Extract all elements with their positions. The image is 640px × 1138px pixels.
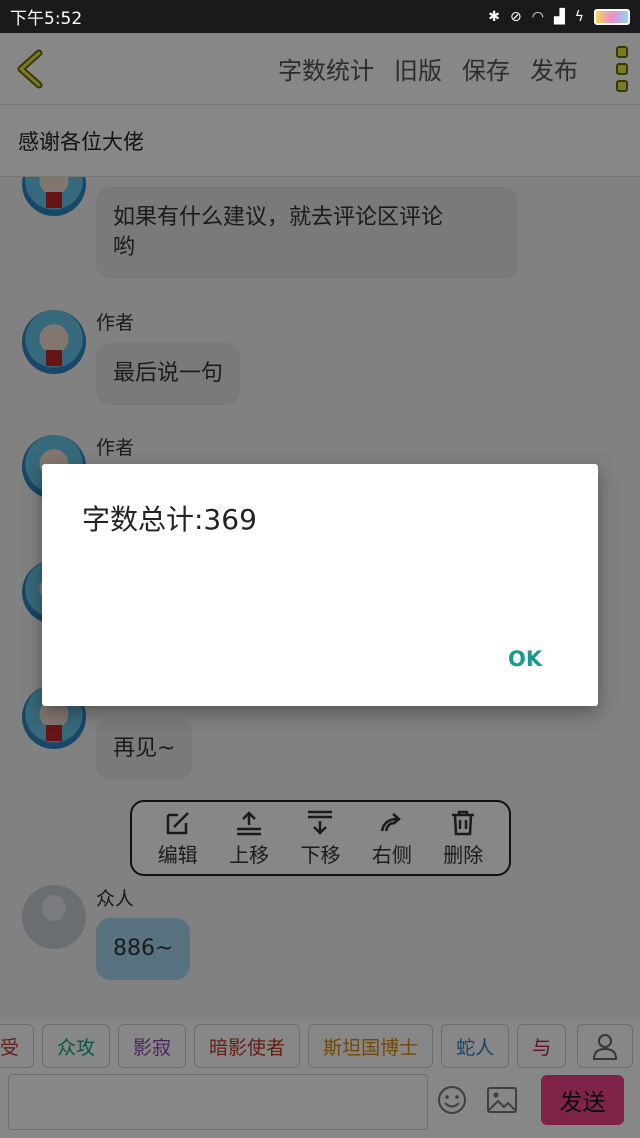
status-icons: ✱ ⊘ ◠ ▟ ϟ — [488, 8, 630, 25]
bluetooth-icon: ✱ — [488, 8, 501, 25]
wifi-icon: ◠ — [531, 8, 544, 25]
status-bar: 下午5:52 ✱ ⊘ ◠ ▟ ϟ — [0, 0, 640, 33]
status-time: 下午5:52 — [10, 9, 83, 29]
charging-icon: ϟ — [574, 8, 584, 25]
ok-button[interactable]: OK — [508, 647, 542, 671]
battery-icon — [594, 8, 630, 25]
signal-icon: ▟ — [553, 8, 565, 25]
mute-icon: ⊘ — [510, 8, 522, 25]
word-count-dialog: 字数总计:369 OK — [42, 464, 598, 706]
dialog-message: 字数总计:369 — [82, 503, 257, 536]
